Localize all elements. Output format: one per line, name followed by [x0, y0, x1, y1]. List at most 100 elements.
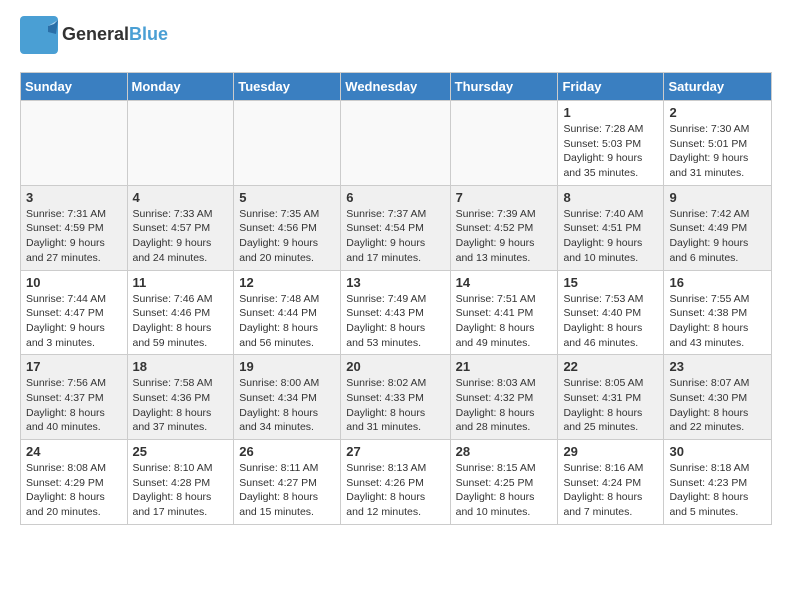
calendar-cell — [450, 101, 558, 186]
day-number: 28 — [456, 444, 553, 459]
calendar-cell: 8 Sunrise: 7:40 AM Sunset: 4:51 PM Daylig… — [558, 185, 664, 270]
day-info: Sunrise: 7:40 AM Sunset: 4:51 PM Dayligh… — [563, 207, 658, 266]
day-number: 25 — [133, 444, 229, 459]
day-info: Sunrise: 8:00 AM Sunset: 4:34 PM Dayligh… — [239, 376, 335, 435]
day-number: 1 — [563, 105, 658, 120]
calendar-cell: 22 Sunrise: 8:05 AM Sunset: 4:31 PM Dayli… — [558, 355, 664, 440]
calendar-cell: 15 Sunrise: 7:53 AM Sunset: 4:40 PM Dayli… — [558, 270, 664, 355]
calendar-cell: 18Sunrise: 7:58 AM Sunset: 4:36 PM Dayli… — [127, 355, 234, 440]
day-number: 27 — [346, 444, 444, 459]
calendar-cell: 28 Sunrise: 8:15 AM Sunset: 4:25 PM Dayli… — [450, 440, 558, 525]
day-number: 2 — [669, 105, 766, 120]
day-number: 20 — [346, 359, 444, 374]
day-info: Sunrise: 7:55 AM Sunset: 4:38 PM Dayligh… — [669, 292, 766, 351]
day-number: 11 — [133, 275, 229, 290]
day-info: Sunrise: 8:07 AM Sunset: 4:30 PM Dayligh… — [669, 376, 766, 435]
calendar-cell: 27 Sunrise: 8:13 AM Sunset: 4:26 PM Dayli… — [341, 440, 450, 525]
calendar-cell: 7 Sunrise: 7:39 AM Sunset: 4:52 PM Daylig… — [450, 185, 558, 270]
day-number: 3 — [26, 190, 122, 205]
calendar-cell: 11 Sunrise: 7:46 AM Sunset: 4:46 PM Dayli… — [127, 270, 234, 355]
day-number: 24 — [26, 444, 122, 459]
day-info: Sunrise: 7:33 AM Sunset: 4:57 PM Dayligh… — [133, 207, 229, 266]
day-info: Sunrise: 7:28 AM Sunset: 5:03 PM Dayligh… — [563, 122, 658, 181]
calendar-cell: 2 Sunrise: 7:30 AM Sunset: 5:01 PM Daylig… — [664, 101, 772, 186]
calendar-cell — [341, 101, 450, 186]
day-number: 15 — [563, 275, 658, 290]
calendar-cell: 24 Sunrise: 8:08 AM Sunset: 4:29 PM Dayli… — [21, 440, 128, 525]
calendar-cell — [127, 101, 234, 186]
calendar-cell — [21, 101, 128, 186]
calendar-cell: 3 Sunrise: 7:31 AM Sunset: 4:59 PM Daylig… — [21, 185, 128, 270]
day-info: Sunrise: 8:02 AM Sunset: 4:33 PM Dayligh… — [346, 376, 444, 435]
calendar-cell: 13 Sunrise: 7:49 AM Sunset: 4:43 PM Dayli… — [341, 270, 450, 355]
calendar-cell: 29 Sunrise: 8:16 AM Sunset: 4:24 PM Dayli… — [558, 440, 664, 525]
day-info: Sunrise: 7:46 AM Sunset: 4:46 PM Dayligh… — [133, 292, 229, 351]
day-number: 10 — [26, 275, 122, 290]
day-info: Sunrise: 7:53 AM Sunset: 4:40 PM Dayligh… — [563, 292, 658, 351]
day-number: 13 — [346, 275, 444, 290]
generalblue-logo-icon — [20, 16, 58, 54]
day-info: Sunrise: 7:30 AM Sunset: 5:01 PM Dayligh… — [669, 122, 766, 181]
weekday-header-thursday: Thursday — [450, 73, 558, 101]
weekday-header-monday: Monday — [127, 73, 234, 101]
day-info: Sunrise: 8:08 AM Sunset: 4:29 PM Dayligh… — [26, 461, 122, 520]
weekday-header-tuesday: Tuesday — [234, 73, 341, 101]
day-info: Sunrise: 8:10 AM Sunset: 4:28 PM Dayligh… — [133, 461, 229, 520]
weekday-header-sunday: Sunday — [21, 73, 128, 101]
day-number: 14 — [456, 275, 553, 290]
day-number: 7 — [456, 190, 553, 205]
day-info: Sunrise: 7:44 AM Sunset: 4:47 PM Dayligh… — [26, 292, 122, 351]
calendar-cell: 17 Sunrise: 7:56 AM Sunset: 4:37 PM Dayli… — [21, 355, 128, 440]
weekday-header-saturday: Saturday — [664, 73, 772, 101]
day-number: 23 — [669, 359, 766, 374]
day-number: 17 — [26, 359, 122, 374]
day-number: 29 — [563, 444, 658, 459]
day-number: 18 — [133, 359, 229, 374]
day-number: 5 — [239, 190, 335, 205]
calendar-cell: 10 Sunrise: 7:44 AM Sunset: 4:47 PM Dayli… — [21, 270, 128, 355]
calendar-cell: 20 Sunrise: 8:02 AM Sunset: 4:33 PM Dayli… — [341, 355, 450, 440]
weekday-header-friday: Friday — [558, 73, 664, 101]
logo: GeneralBlue — [20, 16, 168, 54]
day-info: Sunrise: 7:48 AM Sunset: 4:44 PM Dayligh… — [239, 292, 335, 351]
day-number: 19 — [239, 359, 335, 374]
calendar-cell: 9Sunrise: 7:42 AM Sunset: 4:49 PM Daylig… — [664, 185, 772, 270]
calendar-cell: 23 Sunrise: 8:07 AM Sunset: 4:30 PM Dayli… — [664, 355, 772, 440]
calendar-cell: 25 Sunrise: 8:10 AM Sunset: 4:28 PM Dayli… — [127, 440, 234, 525]
day-info: Sunrise: 7:49 AM Sunset: 4:43 PM Dayligh… — [346, 292, 444, 351]
calendar-cell: 30 Sunrise: 8:18 AM Sunset: 4:23 PM Dayli… — [664, 440, 772, 525]
calendar-cell: 26 Sunrise: 8:11 AM Sunset: 4:27 PM Dayli… — [234, 440, 341, 525]
day-number: 16 — [669, 275, 766, 290]
logo-text: GeneralBlue — [62, 25, 168, 45]
day-number: 22 — [563, 359, 658, 374]
day-info: Sunrise: 8:05 AM Sunset: 4:31 PM Dayligh… — [563, 376, 658, 435]
calendar-cell: 12 Sunrise: 7:48 AM Sunset: 4:44 PM Dayli… — [234, 270, 341, 355]
day-number: 6 — [346, 190, 444, 205]
calendar-cell: 16 Sunrise: 7:55 AM Sunset: 4:38 PM Dayli… — [664, 270, 772, 355]
day-number: 12 — [239, 275, 335, 290]
day-number: 4 — [133, 190, 229, 205]
calendar-cell: 4 Sunrise: 7:33 AM Sunset: 4:57 PM Daylig… — [127, 185, 234, 270]
day-info: Sunrise: 8:18 AM Sunset: 4:23 PM Dayligh… — [669, 461, 766, 520]
day-info: Sunrise: 8:13 AM Sunset: 4:26 PM Dayligh… — [346, 461, 444, 520]
calendar-cell: 19 Sunrise: 8:00 AM Sunset: 4:34 PM Dayli… — [234, 355, 341, 440]
calendar-cell: 5Sunrise: 7:35 AM Sunset: 4:56 PM Daylig… — [234, 185, 341, 270]
calendar-cell: 6 Sunrise: 7:37 AM Sunset: 4:54 PM Daylig… — [341, 185, 450, 270]
day-number: 21 — [456, 359, 553, 374]
day-info: Sunrise: 7:56 AM Sunset: 4:37 PM Dayligh… — [26, 376, 122, 435]
day-info: Sunrise: 7:51 AM Sunset: 4:41 PM Dayligh… — [456, 292, 553, 351]
day-info: Sunrise: 8:11 AM Sunset: 4:27 PM Dayligh… — [239, 461, 335, 520]
day-number: 8 — [563, 190, 658, 205]
day-info: Sunrise: 7:31 AM Sunset: 4:59 PM Dayligh… — [26, 207, 122, 266]
calendar-cell: 14 Sunrise: 7:51 AM Sunset: 4:41 PM Dayli… — [450, 270, 558, 355]
day-number: 9 — [669, 190, 766, 205]
day-info: Sunrise: 7:37 AM Sunset: 4:54 PM Dayligh… — [346, 207, 444, 266]
day-info: Sunrise: 7:39 AM Sunset: 4:52 PM Dayligh… — [456, 207, 553, 266]
calendar-cell — [234, 101, 341, 186]
calendar-cell: 1 Sunrise: 7:28 AM Sunset: 5:03 PM Daylig… — [558, 101, 664, 186]
day-info: Sunrise: 8:16 AM Sunset: 4:24 PM Dayligh… — [563, 461, 658, 520]
day-number: 30 — [669, 444, 766, 459]
day-info: Sunrise: 8:15 AM Sunset: 4:25 PM Dayligh… — [456, 461, 553, 520]
day-number: 26 — [239, 444, 335, 459]
day-info: Sunrise: 8:03 AM Sunset: 4:32 PM Dayligh… — [456, 376, 553, 435]
